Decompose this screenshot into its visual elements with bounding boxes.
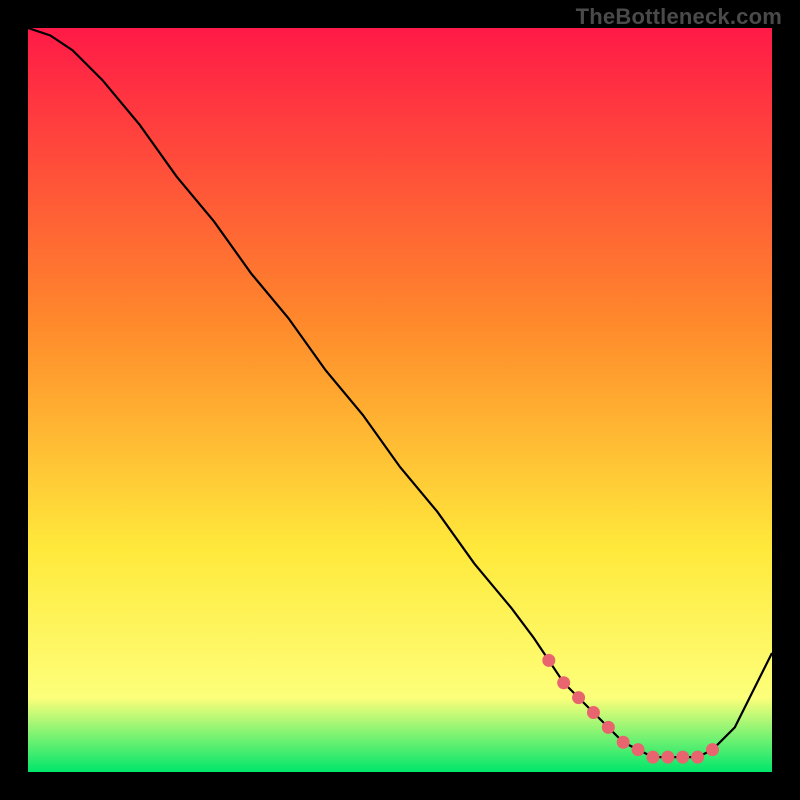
marker-dot [572,691,585,704]
marker-dot [691,751,704,764]
marker-dot [676,751,689,764]
marker-dot [617,736,630,749]
marker-dot [646,751,659,764]
marker-dot [587,706,600,719]
gradient-background [28,28,772,772]
chart-plot-area [28,28,772,772]
marker-dot [557,676,570,689]
marker-dot [661,751,674,764]
watermark-text: TheBottleneck.com [576,4,782,30]
chart-svg [28,28,772,772]
chart-frame: TheBottleneck.com [0,0,800,800]
marker-dot [632,743,645,756]
marker-dot [542,654,555,667]
marker-dot [706,743,719,756]
marker-dot [602,721,615,734]
